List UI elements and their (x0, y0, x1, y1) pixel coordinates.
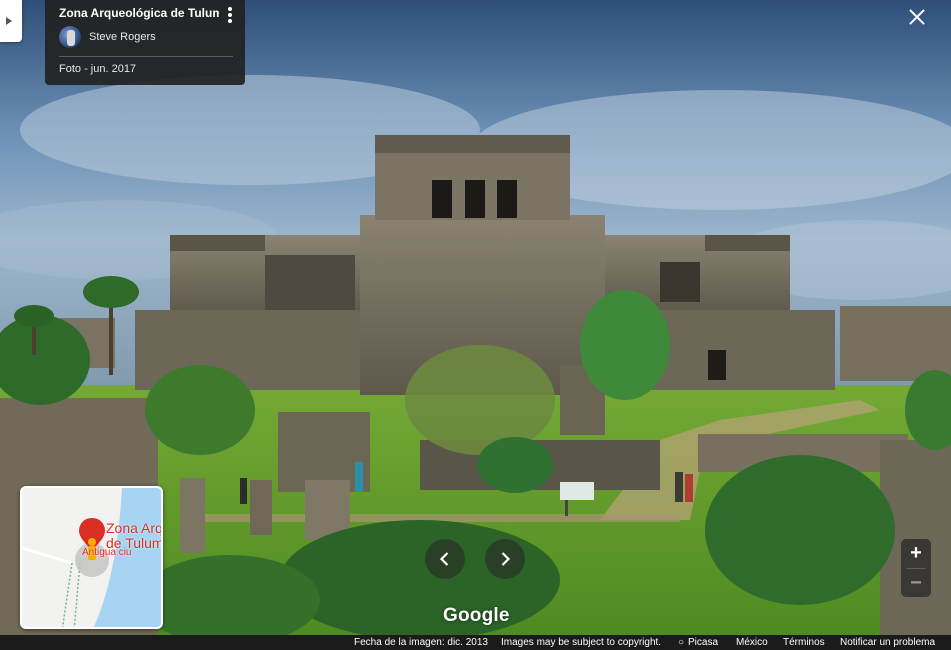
picasa-icon: ○ (678, 637, 685, 648)
previous-photo-button[interactable] (425, 539, 465, 579)
chevron-left-icon (439, 552, 449, 566)
more-vert-icon[interactable] (225, 6, 235, 24)
copyright-notice: Images may be subject to copyright. (501, 637, 662, 648)
zoom-out-button[interactable]: − (901, 569, 931, 598)
footer-bar: Fecha de la imagen: dic. 2013 Images may… (0, 635, 951, 650)
expand-side-panel-button[interactable] (0, 0, 22, 42)
google-logo: Google (443, 605, 510, 626)
next-photo-button[interactable] (485, 539, 525, 579)
picasa-link[interactable]: Picasa (688, 637, 718, 648)
map-place-line1: Zona Arq (106, 520, 163, 536)
mini-map[interactable]: Zona Arq de Tulum Antigua ciu (20, 486, 163, 629)
close-icon[interactable] (907, 7, 927, 27)
terms-link[interactable]: Términos (783, 637, 825, 648)
zoom-in-button[interactable]: + (901, 539, 931, 568)
author-name[interactable]: Steve Rogers (89, 31, 156, 43)
map-place-subtitle: Antigua ciu (82, 547, 132, 558)
photo-info-card: Zona Arqueológica de Tulum Steve Rogers … (45, 0, 245, 85)
author-avatar[interactable] (59, 26, 81, 48)
country-link[interactable]: México (736, 637, 768, 648)
chevron-right-icon (501, 552, 511, 566)
report-problem-link[interactable]: Notificar un problema (840, 637, 935, 648)
image-date: Fecha de la imagen: dic. 2013 (354, 637, 488, 648)
place-title[interactable]: Zona Arqueológica de Tulum (59, 4, 219, 22)
zoom-control: + − (901, 539, 931, 597)
photo-date: Foto - jun. 2017 (59, 63, 137, 75)
divider (59, 56, 233, 57)
